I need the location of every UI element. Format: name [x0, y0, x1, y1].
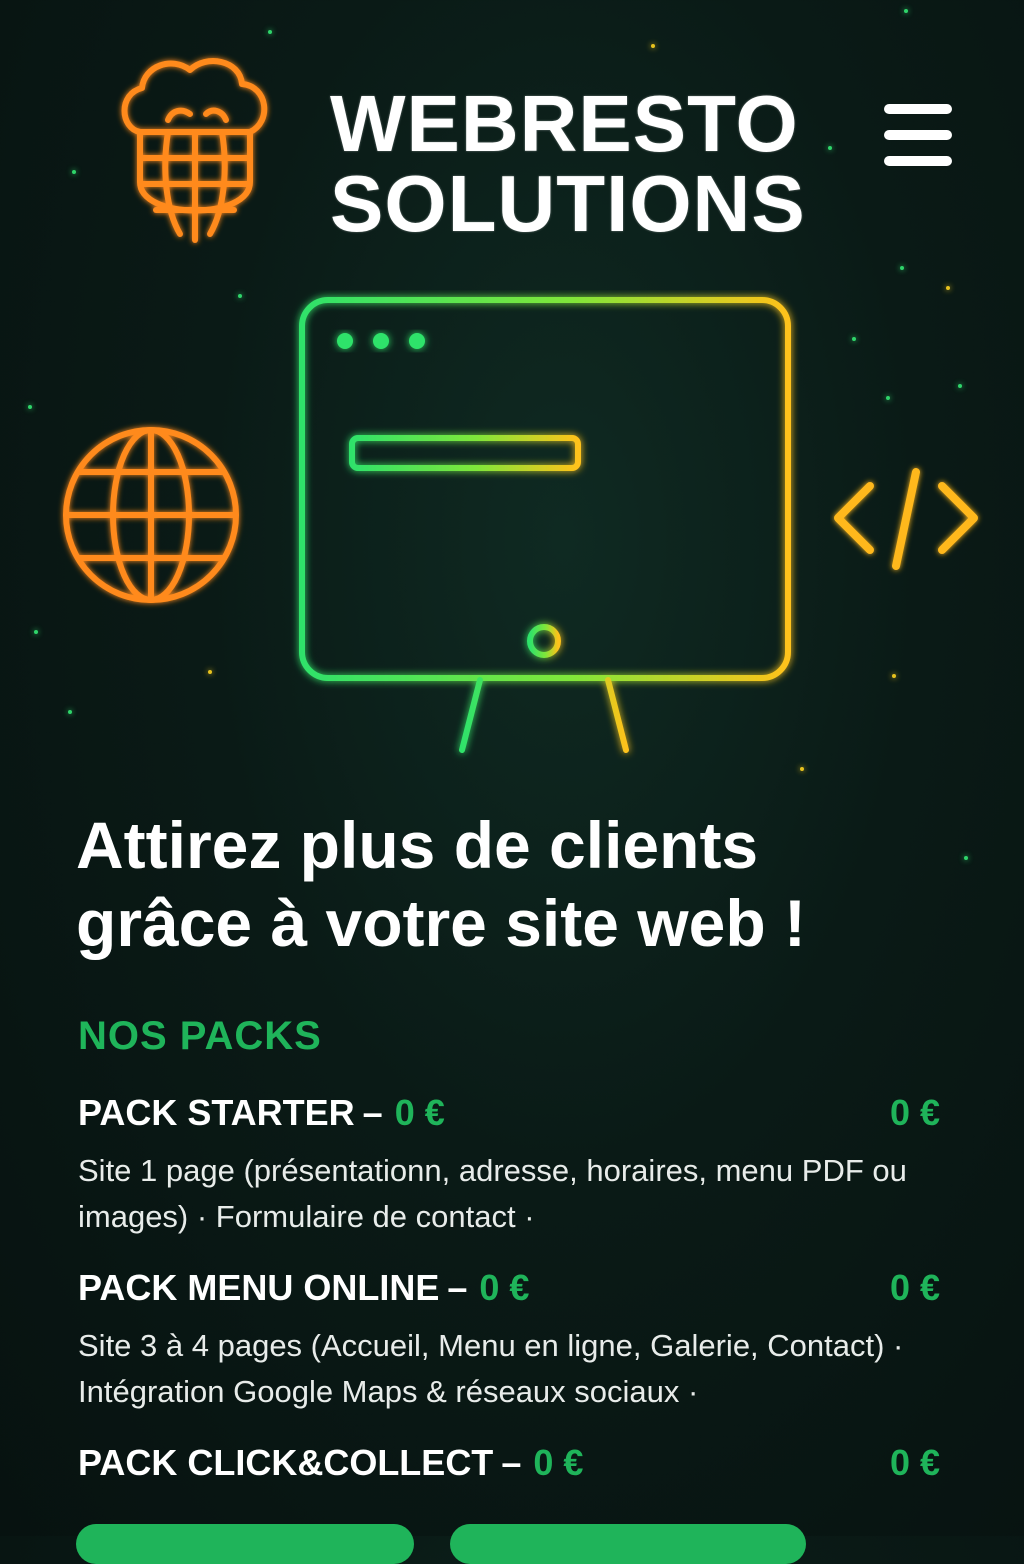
cta-button-secondary[interactable] [450, 1524, 806, 1564]
pack-dash: – [447, 1267, 468, 1308]
pack-price: 0 € [394, 1092, 445, 1133]
star-dot [946, 286, 950, 290]
cta-button-row [76, 1524, 816, 1564]
headline-line-2: grâce à votre site web ! [76, 886, 806, 960]
hamburger-bar [884, 130, 952, 140]
pack-header: PACK CLICK&COLLECT –0 € 0 € [78, 1442, 958, 1490]
star-dot [958, 384, 962, 388]
star-dot [651, 44, 655, 48]
star-dot [208, 670, 212, 674]
pack-name: PACK CLICK&COLLECT [78, 1442, 494, 1483]
pack-price-right: 0 € [889, 1267, 940, 1308]
hamburger-bar [884, 104, 952, 114]
hamburger-menu-button[interactable] [884, 100, 954, 170]
pack-description: Site 3 à 4 pages (Accueil, Menu en ligne… [78, 1328, 904, 1409]
star-dot [68, 710, 72, 714]
pack-menu-online: PACK MENU ONLINE –0 € 0 € Site 3 à 4 page… [78, 1267, 958, 1415]
brand-line-1: WEBRESTO [330, 79, 799, 168]
star-dot [34, 630, 38, 634]
hero-headline: Attirez plus de clients grâce à votre si… [76, 806, 976, 962]
brand-title: WEBRESTO SOLUTIONS [330, 84, 850, 244]
pack-price-right: 0 € [889, 1442, 940, 1483]
star-dot [800, 767, 804, 771]
pack-click-collect: PACK CLICK&COLLECT –0 € 0 € [78, 1442, 958, 1490]
star-dot [268, 30, 272, 34]
star-dot [28, 405, 32, 409]
cta-button-primary[interactable] [76, 1524, 414, 1564]
globe-icon [63, 427, 239, 603]
headline-line-1: Attirez plus de clients [76, 808, 759, 882]
monitor-icon [299, 297, 791, 755]
star-dot [886, 396, 890, 400]
pack-starter: PACK STARTER –0 € 0 € Site 1 page (présen… [78, 1092, 958, 1240]
star-dot [238, 294, 242, 298]
brand-line-2: SOLUTIONS [330, 159, 806, 248]
star-dot [852, 337, 856, 341]
pack-price: 0 € [533, 1442, 584, 1483]
hamburger-bar [884, 156, 952, 166]
code-icon [834, 468, 978, 570]
star-dot [904, 9, 908, 13]
pack-dash: – [501, 1442, 522, 1483]
star-dot [72, 170, 76, 174]
pack-name: PACK MENU ONLINE [78, 1267, 440, 1308]
pack-name: PACK STARTER [78, 1092, 355, 1133]
star-dot [900, 266, 904, 270]
pack-description: Site 1 page (présentationn, adresse, hor… [78, 1153, 907, 1234]
packs-section-title: NOS PACKS [78, 1014, 322, 1058]
pack-price: 0 € [479, 1267, 530, 1308]
pack-price-right: 0 € [889, 1092, 940, 1133]
pack-header: PACK STARTER –0 € 0 € [78, 1092, 958, 1140]
star-dot [892, 674, 896, 678]
pack-dash: – [362, 1092, 383, 1133]
chef-hat-globe-icon [121, 58, 268, 243]
pack-header: PACK MENU ONLINE –0 € 0 € [78, 1267, 958, 1315]
